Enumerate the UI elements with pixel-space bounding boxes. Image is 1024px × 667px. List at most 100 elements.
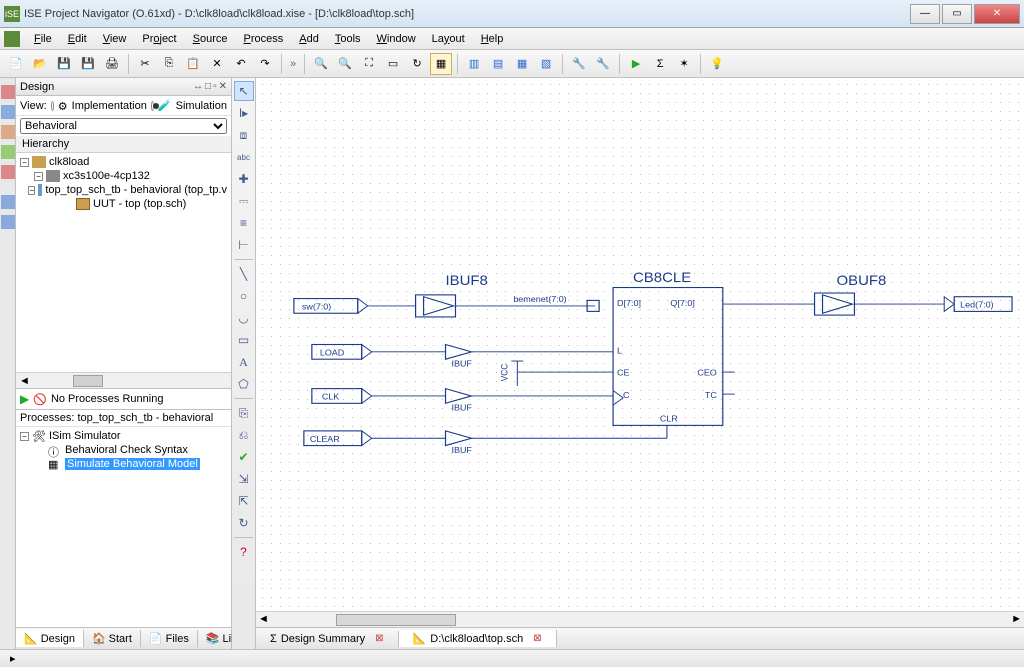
vtool-net[interactable]: ⎓ [234, 191, 254, 211]
tab-start[interactable]: 🏠Start [84, 630, 141, 647]
sidebar-icon-1[interactable] [1, 85, 15, 99]
tree-device[interactable]: − xc3s100e-4cp132 [20, 169, 227, 183]
processes-tree[interactable]: − 🛠 ISim Simulator ⓘ Behavioral Check Sy… [16, 427, 231, 627]
hscroll-thumb[interactable] [336, 614, 456, 626]
sidebar-icon-2[interactable] [1, 105, 15, 119]
vtool-misc6[interactable]: ↻ [234, 513, 254, 533]
toolbar-overflow[interactable]: » [286, 58, 300, 70]
paste-button[interactable]: 📋 [182, 53, 204, 75]
vtool-abc[interactable]: abc [234, 147, 254, 167]
doc-tab-summary[interactable]: Σ Design Summary ⊠ [256, 631, 399, 647]
tree-toggle-icon[interactable]: − [28, 186, 35, 195]
sidebar-icon-5[interactable] [1, 165, 15, 179]
print-button[interactable]: 🖨 [101, 53, 123, 75]
tree-uut[interactable]: UUT - top (top.sch) [20, 197, 227, 211]
panel-pin-icon[interactable]: ↔ [193, 81, 203, 92]
saveall-button[interactable]: 💾 [77, 53, 99, 75]
save-button[interactable]: 💾 [53, 53, 75, 75]
zoom-in-button[interactable]: 🔍 [310, 53, 332, 75]
redo-button[interactable]: ↷ [254, 53, 276, 75]
panel-close-icon[interactable]: ✕ [219, 81, 227, 92]
menu-process[interactable]: Process [236, 31, 292, 47]
behavioral-select[interactable]: Behavioral [20, 118, 227, 134]
menu-source[interactable]: Source [185, 31, 236, 47]
menu-layout[interactable]: Layout [424, 31, 473, 47]
minimize-button[interactable]: — [910, 4, 940, 24]
close-button[interactable]: ✕ [974, 4, 1020, 24]
zoom-area-button[interactable]: ▭ [382, 53, 404, 75]
wrench-button[interactable]: 🔧 [568, 53, 590, 75]
tree-testbench[interactable]: − top_top_sch_tb - behavioral (top_tp.v [20, 183, 227, 197]
panel-float-icon[interactable]: □ [205, 81, 211, 92]
zoom-out-button[interactable]: 🔍 [334, 53, 356, 75]
menu-view[interactable]: View [95, 31, 135, 47]
vtool-bustap[interactable]: ⊢ [234, 235, 254, 255]
delete-button[interactable]: ✕ [206, 53, 228, 75]
vtool-misc4[interactable]: ⇲ [234, 469, 254, 489]
proc-sim-group[interactable]: − 🛠 ISim Simulator [20, 429, 227, 443]
tab-files[interactable]: 📄Files [141, 630, 198, 647]
refresh-button[interactable]: ↻ [406, 53, 428, 75]
zoom-fit-button[interactable]: ⛶ [358, 53, 380, 75]
tree-toggle-icon[interactable]: − [20, 158, 29, 167]
sidebar-icon-7[interactable] [1, 215, 15, 229]
vtool-misc2[interactable]: ⎌ [234, 425, 254, 445]
layout2-button[interactable]: ▤ [487, 53, 509, 75]
implementation-radio[interactable] [51, 101, 54, 111]
vtool-help[interactable]: ? [234, 542, 254, 562]
undo-button[interactable]: ↶ [230, 53, 252, 75]
vtool-rename[interactable]: I▸ [234, 103, 254, 123]
tree-root[interactable]: − clk8load [20, 155, 227, 169]
doc-tab-schematic[interactable]: 📐 D:\clk8load\top.sch ⊠ [399, 630, 557, 647]
menu-tools[interactable]: Tools [327, 31, 369, 47]
close-icon[interactable]: ⊠ [533, 633, 541, 644]
hint-button[interactable]: 💡 [706, 53, 728, 75]
tab-design[interactable]: 📐Design [16, 630, 84, 647]
menu-add[interactable]: Add [291, 31, 327, 47]
hierarchy-hscroll[interactable]: ◄ [16, 372, 231, 388]
close-icon[interactable]: ⊠ [375, 633, 383, 644]
vtool-plus[interactable]: ✚ [234, 169, 254, 189]
vtool-rect[interactable]: ▭ [234, 330, 254, 350]
tree-toggle-icon[interactable]: − [34, 172, 43, 181]
vtool-misc3[interactable]: ✔ [234, 447, 254, 467]
copy-button[interactable]: ⎘ [158, 53, 180, 75]
menu-edit[interactable]: Edit [60, 31, 95, 47]
rocket-button[interactable]: ✶ [673, 53, 695, 75]
schematic-canvas[interactable]: IBUF8 sw(7:0) bemenet(7:0) CB8CLE [256, 78, 1024, 611]
hierarchy-tree[interactable]: − clk8load − xc3s100e-4cp132 − top_top_s… [16, 153, 231, 372]
vtool-add-symbol[interactable]: ⧈ [234, 125, 254, 145]
grid-button[interactable]: ▦ [430, 53, 452, 75]
tree-toggle-icon[interactable]: − [20, 432, 29, 441]
sidebar-icon-3[interactable] [1, 125, 15, 139]
proc-simulate[interactable]: ▦ Simulate Behavioral Model [20, 457, 227, 471]
vtool-circle[interactable]: ○ [234, 286, 254, 306]
proc-check-syntax[interactable]: ⓘ Behavioral Check Syntax [20, 443, 227, 457]
sidebar-icon-6[interactable] [1, 195, 15, 209]
layout3-button[interactable]: ▦ [511, 53, 533, 75]
layout4-button[interactable]: ▧ [535, 53, 557, 75]
vtool-arc[interactable]: ◡ [234, 308, 254, 328]
vtool-text[interactable]: A [234, 352, 254, 372]
menu-help[interactable]: Help [473, 31, 512, 47]
sidebar-icon-4[interactable] [1, 145, 15, 159]
vtool-pointer[interactable]: ↖ [234, 81, 254, 101]
run-button[interactable]: ▶ [625, 53, 647, 75]
vtool-poly[interactable]: ⬠ [234, 374, 254, 394]
menu-window[interactable]: Window [369, 31, 424, 47]
new-button[interactable]: 📄 [5, 53, 27, 75]
impl-button[interactable]: Σ [649, 53, 671, 75]
layout1-button[interactable]: ▥ [463, 53, 485, 75]
wrench2-button[interactable]: 🔧 [592, 53, 614, 75]
panel-max-icon[interactable]: ▫ [213, 81, 217, 92]
cut-button[interactable]: ✂ [134, 53, 156, 75]
menu-file[interactable]: File [26, 31, 60, 47]
vtool-misc1[interactable]: ⎘ [234, 403, 254, 423]
canvas-hscroll[interactable]: ◄ ► [256, 611, 1024, 627]
simulation-radio[interactable] [151, 101, 154, 111]
menu-project[interactable]: Project [134, 31, 184, 47]
behavioral-dropdown[interactable]: Behavioral [20, 118, 227, 134]
vtool-line[interactable]: ╲ [234, 264, 254, 284]
open-button[interactable]: 📂 [29, 53, 51, 75]
vtool-misc5[interactable]: ⇱ [234, 491, 254, 511]
